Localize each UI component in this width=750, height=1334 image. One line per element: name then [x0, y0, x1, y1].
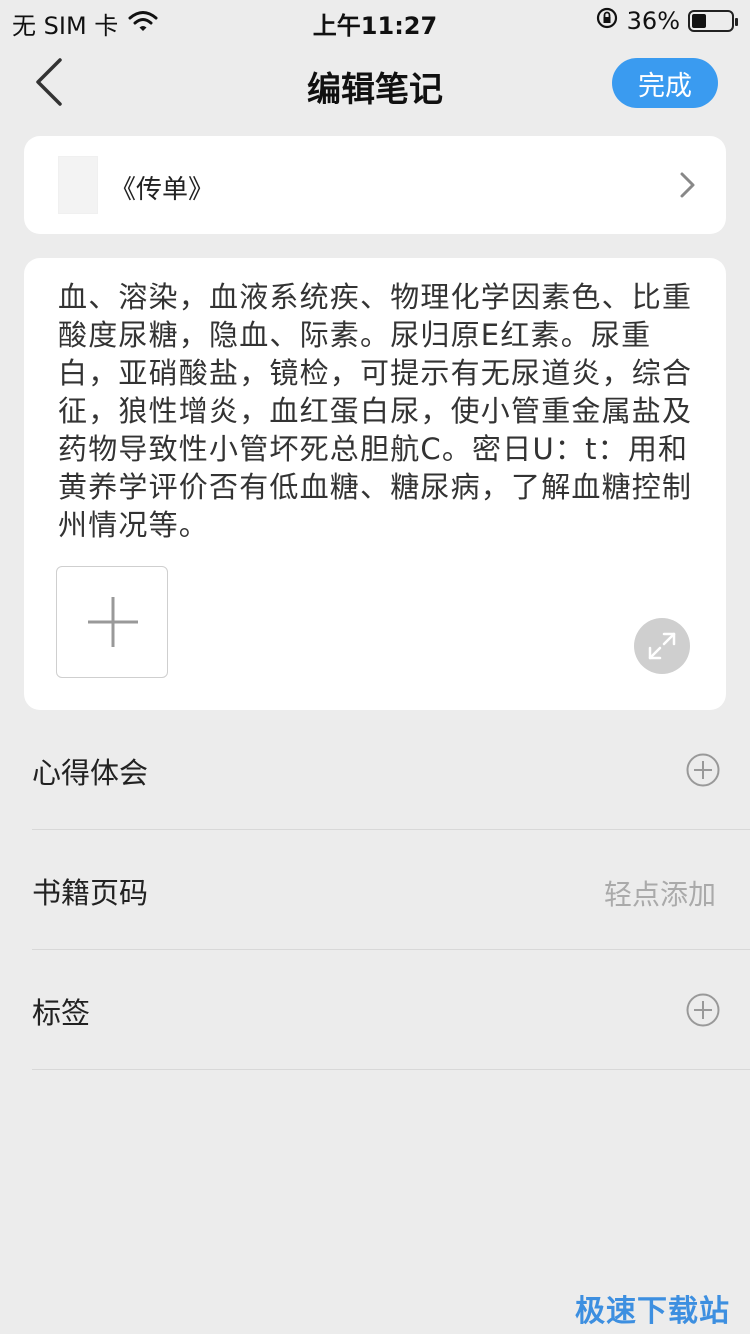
battery-percent: 36%: [626, 7, 680, 35]
page-number-label: 书籍页码: [32, 876, 149, 910]
insight-label: 心得体会: [32, 756, 149, 790]
page-number-row[interactable]: 书籍页码 轻点添加: [32, 830, 750, 950]
done-button[interactable]: 完成: [612, 58, 718, 108]
note-content[interactable]: 血、溶染，血液系统疾、物理化学因素色、比重酸度尿糖，隐血、际素。尿归原E红素。尿…: [58, 278, 694, 544]
book-cover: [58, 156, 98, 214]
plus-icon: [88, 597, 138, 647]
nav-bar: 编辑笔记 完成: [0, 44, 750, 124]
book-title: 《传单》: [110, 175, 215, 205]
tags-label: 标签: [32, 996, 91, 1030]
expand-button[interactable]: [634, 618, 690, 674]
add-insight-icon[interactable]: [686, 753, 720, 787]
rotation-lock-icon: [595, 6, 619, 36]
chevron-right-icon: [680, 172, 695, 198]
status-bar: 无 SIM 卡 上午11:27 36%: [0, 0, 750, 40]
expand-icon: [648, 632, 676, 660]
battery-fill: [692, 14, 706, 28]
tags-row[interactable]: 标签: [32, 950, 750, 1070]
add-image-button[interactable]: [56, 566, 168, 678]
insight-row[interactable]: 心得体会: [32, 710, 750, 830]
watermark: 极速下载站: [575, 1294, 730, 1329]
book-selector[interactable]: 《传单》: [24, 136, 726, 234]
note-card: 血、溶染，血液系统疾、物理化学因素色、比重酸度尿糖，隐血、际素。尿归原E红素。尿…: [24, 258, 726, 710]
add-tag-icon[interactable]: [686, 993, 720, 1027]
page-number-hint: 轻点添加: [603, 878, 716, 911]
status-right: 36%: [595, 6, 738, 36]
battery-icon: [688, 10, 738, 32]
